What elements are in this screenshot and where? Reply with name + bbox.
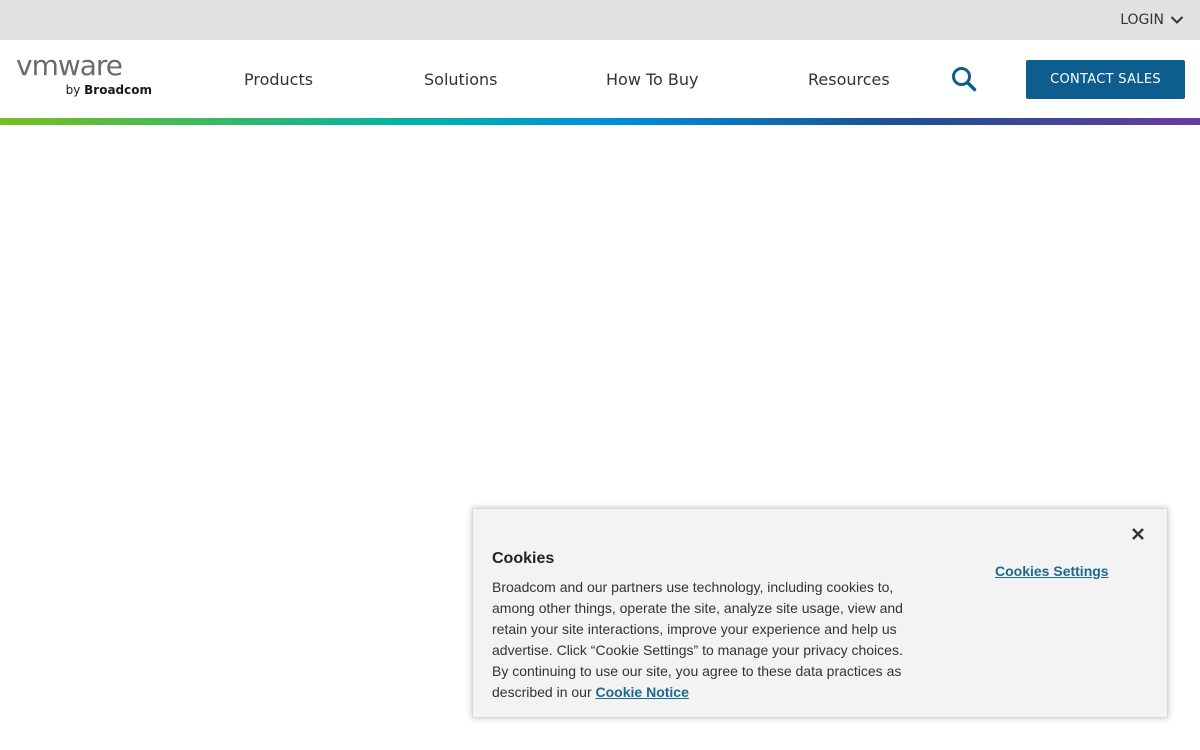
cookie-description: Broadcom and our partners use technology… [492, 577, 917, 703]
cookie-banner: Cookies Broadcom and our partners use te… [472, 508, 1168, 718]
login-dropdown[interactable]: LOGIN [1120, 0, 1184, 40]
search-icon [950, 67, 978, 97]
utility-bar: LOGIN [0, 0, 1200, 40]
contact-sales-button[interactable]: CONTACT SALES [1026, 60, 1185, 99]
nav-solutions[interactable]: Solutions [424, 40, 498, 118]
nav-products[interactable]: Products [244, 40, 313, 118]
logo-byline-prefix: by [65, 83, 81, 97]
close-icon [1131, 528, 1145, 545]
login-label: LOGIN [1120, 12, 1164, 28]
cookie-close-button[interactable] [1131, 527, 1145, 541]
cookies-settings-link[interactable]: Cookies Settings [995, 562, 1109, 580]
search-button[interactable] [950, 65, 978, 93]
logo-byline: by Broadcom [66, 83, 152, 97]
vmware-logo[interactable]: vmware by Broadcom [16, 50, 158, 102]
logo-wordmark: vmware [16, 49, 123, 82]
cookie-body-text: Broadcom and our partners use technology… [492, 579, 903, 700]
cookie-notice-link[interactable]: Cookie Notice [596, 684, 689, 700]
chevron-down-icon [1170, 15, 1184, 25]
logo-byline-brand: Broadcom [84, 83, 152, 97]
nav-how-to-buy[interactable]: How To Buy [606, 40, 699, 118]
brand-gradient-divider [0, 118, 1200, 125]
nav-resources[interactable]: Resources [808, 40, 890, 118]
cookie-title: Cookies [492, 550, 555, 567]
main-header: vmware by Broadcom Products Solutions Ho… [0, 40, 1200, 118]
